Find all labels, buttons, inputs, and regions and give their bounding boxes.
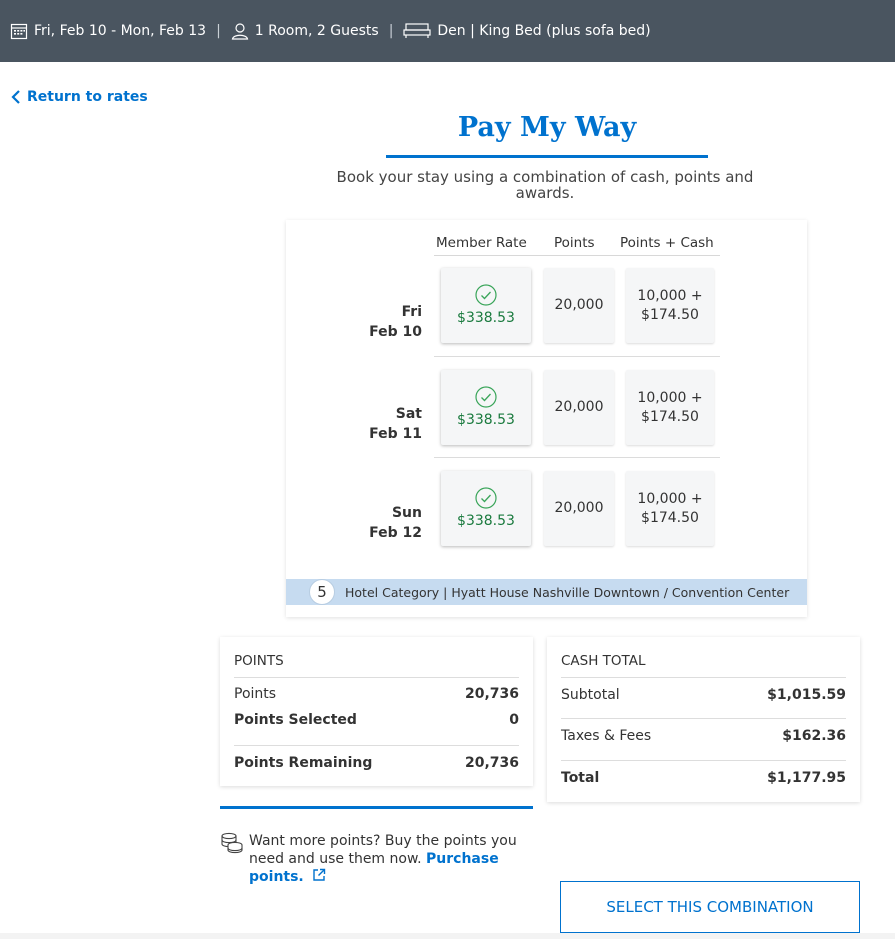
pc-points: 10,000 +: [637, 389, 703, 406]
return-to-rates-link[interactable]: Return to rates: [11, 89, 148, 105]
member-rate-option-3[interactable]: $338.53: [441, 471, 531, 546]
points-selected-label: Points Selected: [234, 712, 357, 728]
pc-points: 10,000 +: [637, 490, 703, 507]
separator: |: [388, 23, 394, 39]
member-rate-option-2[interactable]: $338.53: [441, 370, 531, 445]
cash-total-panel: CASH TOTAL Subtotal $1,015.59 Taxes & Fe…: [547, 637, 860, 802]
booking-summary-bar: Fri, Feb 10 - Mon, Feb 13 | 1 Room, 2 Gu…: [0, 0, 895, 62]
stay-dates: Fri, Feb 10 - Mon, Feb 13: [34, 23, 207, 39]
total-label: Total: [561, 770, 600, 786]
night-date: Feb 11: [369, 426, 422, 442]
points-cash-option-3[interactable]: 10,000 + $174.50: [626, 471, 714, 546]
points-value: 20,736: [464, 686, 519, 702]
points-panel: POINTS Points 20,736 Points Selected 0 P…: [220, 637, 533, 786]
select-combination-button[interactable]: SELECT THIS COMBINATION: [560, 881, 860, 933]
title-underline: [386, 155, 708, 158]
night-label-2: Sat Feb 11: [360, 404, 422, 444]
night-day: Sat: [395, 406, 422, 422]
member-rate-price: $338.53: [457, 512, 515, 529]
row-divider: [434, 457, 720, 458]
member-rate-price: $338.53: [457, 411, 515, 428]
promo-text-block: Want more points? Buy the points you nee…: [249, 832, 539, 886]
night-label-3: Sun Feb 12: [360, 503, 422, 543]
panel-divider: [561, 677, 846, 678]
taxes-fees-value: $162.36: [782, 728, 846, 744]
check-circle-icon: [475, 486, 497, 509]
night-day: Sun: [391, 505, 422, 521]
page-footer-strip: [0, 933, 895, 939]
points-remaining-label: Points Remaining: [234, 755, 373, 771]
separator: |: [216, 23, 221, 39]
points-label: Points: [234, 686, 277, 702]
points-cash-option-1[interactable]: 10,000 + $174.50: [626, 268, 714, 343]
points-value: 20,000: [554, 297, 604, 313]
check-circle-icon: [475, 283, 497, 306]
external-link-icon: [312, 868, 325, 881]
points-remaining-value: 20,736: [464, 755, 519, 771]
pc-cash: $174.50: [641, 509, 699, 526]
header-divider: [434, 255, 720, 256]
member-rate-option-1[interactable]: $338.53: [441, 268, 531, 343]
return-to-rates-label: Return to rates: [27, 89, 148, 105]
points-option-2[interactable]: 20,000: [544, 370, 614, 445]
row-divider: [434, 356, 720, 357]
night-label-1: Fri Feb 10: [360, 302, 422, 342]
hotel-category-number: 5: [309, 579, 335, 605]
cash-panel-title: CASH TOTAL: [561, 653, 646, 669]
points-cash-option-2[interactable]: 10,000 + $174.50: [626, 370, 714, 445]
points-option-3[interactable]: 20,000: [544, 471, 614, 546]
hotel-category-text: Hotel Category | Hyatt House Nashville D…: [345, 584, 790, 600]
night-date: Feb 10: [369, 324, 422, 340]
panel-divider: [561, 760, 846, 761]
night-day: Fri: [401, 304, 422, 320]
points-selected-value: 0: [509, 712, 519, 728]
points-option-1[interactable]: 20,000: [544, 268, 614, 343]
chevron-left-icon: [11, 90, 20, 104]
panel-divider: [234, 677, 519, 678]
pc-cash: $174.50: [641, 306, 699, 323]
column-header-points: Points: [554, 235, 595, 251]
calendar-icon: [10, 22, 28, 40]
member-rate-price: $338.53: [457, 309, 515, 326]
bed-icon: [403, 22, 432, 40]
column-header-member-rate: Member Rate: [436, 235, 527, 251]
panel-divider: [561, 718, 846, 719]
taxes-fees-label: Taxes & Fees: [561, 728, 652, 744]
check-circle-icon: [475, 385, 497, 408]
coins-icon: [220, 832, 244, 859]
hotel-category-strip: 5 Hotel Category | Hyatt House Nashville…: [286, 579, 807, 605]
total-value: $1,177.95: [767, 770, 846, 786]
subtotal-label: Subtotal: [561, 687, 620, 703]
points-section-rule: [220, 806, 533, 809]
pc-cash: $174.50: [641, 408, 699, 425]
points-value: 20,000: [554, 500, 604, 516]
subtotal-value: $1,015.59: [767, 687, 846, 703]
points-value: 20,000: [554, 399, 604, 415]
page-title: Pay My Way: [457, 112, 637, 143]
page-subtitle: Book your stay using a combination of ca…: [336, 168, 754, 202]
points-panel-title: POINTS: [234, 653, 284, 669]
panel-divider: [234, 745, 519, 746]
person-icon: [231, 22, 249, 40]
rooms-guests: 1 Room, 2 Guests: [254, 23, 379, 39]
room-type: Den | King Bed (plus sofa bed): [437, 23, 651, 39]
night-date: Feb 12: [369, 525, 422, 541]
column-header-points-cash: Points + Cash: [620, 235, 714, 251]
pc-points: 10,000 +: [637, 287, 703, 304]
